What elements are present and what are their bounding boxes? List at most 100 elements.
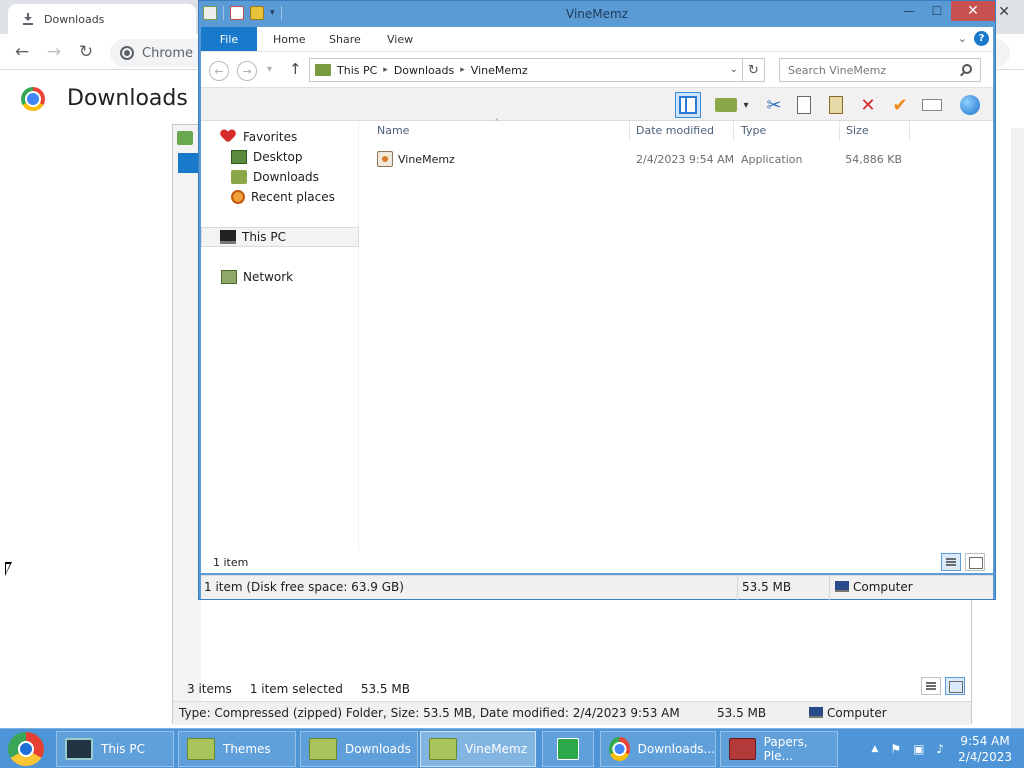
column-header-size[interactable]: Size — [846, 124, 869, 137]
copy-button[interactable] — [791, 92, 817, 118]
help-icon[interactable]: ? — [974, 31, 989, 46]
file-tab-partial[interactable] — [178, 153, 200, 173]
chrome-icon — [609, 737, 630, 761]
column-header-type[interactable]: Type — [741, 124, 766, 137]
taskbar: This PC Themes Downloads VineMemz Downlo… — [0, 728, 1024, 768]
system-clock[interactable]: 9:54 AM 2/4/2023 — [958, 733, 1012, 765]
reload-icon[interactable]: ↻ — [75, 42, 97, 62]
network-tray-icon[interactable]: ▣ — [913, 742, 924, 756]
monitor-icon — [65, 738, 93, 760]
new-folder-dropdown-icon[interactable]: ▾ — [739, 92, 753, 118]
address-bar[interactable]: This PC ▸ Downloads ▸ VineMemz ⌄ — [309, 58, 743, 82]
forward-button[interactable]: → — [237, 61, 257, 81]
close-icon[interactable]: ✕ — [998, 4, 1010, 20]
breadcrumb-downloads[interactable]: Downloads — [394, 64, 454, 77]
network-globe-button[interactable] — [957, 92, 983, 118]
clock-date: 2/4/2023 — [958, 750, 1012, 764]
large-icons-view-button[interactable] — [945, 677, 965, 695]
tab-share[interactable]: Share — [315, 27, 375, 51]
folder-icon — [429, 738, 457, 760]
flag-icon[interactable]: ⚑ — [890, 742, 901, 756]
clock-time: 9:54 AM — [960, 734, 1010, 748]
volume-icon[interactable]: ♪ — [936, 742, 944, 756]
cut-button[interactable]: ✂ — [761, 92, 787, 118]
taskbar-this-pc[interactable]: This PC — [56, 731, 174, 767]
forward-arrow-icon[interactable]: → — [43, 42, 65, 62]
heart-icon — [221, 130, 237, 144]
large-icons-view-button[interactable] — [965, 553, 985, 571]
network-icon — [221, 270, 237, 284]
nav-favorites[interactable]: Favorites — [201, 127, 359, 147]
back-button[interactable]: ← — [209, 61, 229, 81]
recent-places-icon — [231, 190, 245, 204]
window-title: VineMemz — [566, 7, 628, 21]
view-toggle — [941, 553, 985, 571]
tab-home[interactable]: Home — [259, 27, 319, 51]
preview-pane-button[interactable] — [675, 92, 701, 118]
status-size: 53.5 MB — [717, 706, 767, 720]
column-header-name[interactable]: Name — [377, 124, 409, 137]
properties-button[interactable] — [919, 92, 945, 118]
maximize-button[interactable]: ☐ — [923, 1, 951, 21]
rename-button[interactable]: ✔ — [887, 92, 913, 118]
file-date: 2/4/2023 9:54 AM — [636, 153, 735, 166]
scissors-icon: ✂ — [766, 94, 782, 116]
chrome-scrollbar[interactable] — [1011, 128, 1024, 728]
item-count: 1 item — [213, 555, 249, 569]
tab-file[interactable]: File — [201, 27, 257, 51]
column-header-date[interactable]: Date modified — [636, 124, 714, 137]
chrome-site-icon — [120, 46, 134, 60]
folder-icon — [315, 64, 331, 76]
chrome-tab-title: Downloads — [44, 12, 105, 26]
expand-ribbon-icon[interactable]: ⌄ — [958, 32, 967, 45]
chrome-tab-downloads[interactable]: Downloads — [8, 4, 196, 34]
taskbar-store[interactable] — [542, 731, 594, 767]
nav-recent-places[interactable]: Recent places — [201, 187, 359, 207]
show-hidden-icons-icon[interactable]: ▲ — [871, 744, 878, 754]
chevron-right-icon[interactable]: ▸ — [460, 65, 465, 75]
minimize-button[interactable]: — — [895, 1, 923, 21]
breadcrumb-this-pc[interactable]: This PC — [337, 64, 377, 77]
search-placeholder: Search VineMemz — [788, 63, 887, 77]
search-input[interactable]: Search VineMemz — [779, 58, 981, 82]
title-bar[interactable]: ▾ VineMemz — ☐ ✕ — [199, 1, 995, 27]
refresh-button[interactable]: ↻ — [743, 58, 765, 82]
back-arrow-icon[interactable]: ← — [11, 42, 33, 62]
taskbar-chrome-downloads[interactable]: Downloads... — [600, 731, 716, 767]
close-button[interactable]: ✕ — [951, 1, 995, 21]
breadcrumb-vinememz[interactable]: VineMemz — [471, 64, 528, 77]
chevron-right-icon[interactable]: ▸ — [383, 65, 388, 75]
selected-size: 53.5 MB — [360, 682, 410, 696]
nav-network[interactable]: Network — [201, 267, 359, 287]
nav-desktop[interactable]: Desktop — [201, 147, 359, 167]
nav-this-pc[interactable]: This PC — [201, 227, 359, 247]
taskbar-themes[interactable]: Themes — [178, 731, 296, 767]
delete-button[interactable]: ✕ — [855, 92, 881, 118]
downloads-folder-icon — [231, 170, 247, 184]
chevron-down-icon[interactable]: ⌄ — [730, 64, 738, 75]
file-list: ˄ Name Date modified Type Size VineMemz … — [371, 118, 991, 573]
tab-view[interactable]: View — [373, 27, 427, 51]
up-button[interactable]: ↑ — [289, 60, 302, 78]
view-toggle — [921, 677, 965, 695]
status-location: Computer — [809, 706, 887, 720]
table-row[interactable]: VineMemz 2/4/2023 9:54 AM Application 54… — [371, 149, 911, 169]
start-button[interactable] — [8, 732, 44, 766]
search-icon[interactable] — [962, 64, 972, 74]
downloads-folder-icon — [309, 738, 337, 760]
taskbar-downloads-folder[interactable]: Downloads — [300, 731, 418, 767]
computer-icon — [220, 230, 236, 244]
nav-downloads[interactable]: Downloads — [201, 167, 359, 187]
address-row: ← → ▾ ↑ This PC ▸ Downloads ▸ VineMemz ⌄… — [201, 51, 993, 87]
recent-locations-icon[interactable]: ▾ — [267, 64, 272, 75]
command-toolbar: ▾ ✂ ✕ ✔ — [201, 87, 993, 121]
taskbar-papers[interactable]: Papers, Ple... — [720, 731, 838, 767]
paste-button[interactable] — [823, 92, 849, 118]
new-folder-button[interactable] — [711, 92, 741, 118]
sort-ascending-icon: ˄ — [495, 118, 499, 127]
details-view-button[interactable] — [941, 553, 961, 571]
details-view-button[interactable] — [921, 677, 941, 695]
taskbar-vinememz[interactable]: VineMemz — [420, 731, 536, 767]
caption-buttons: — ☐ ✕ — [895, 1, 995, 21]
computer-icon — [835, 581, 849, 592]
